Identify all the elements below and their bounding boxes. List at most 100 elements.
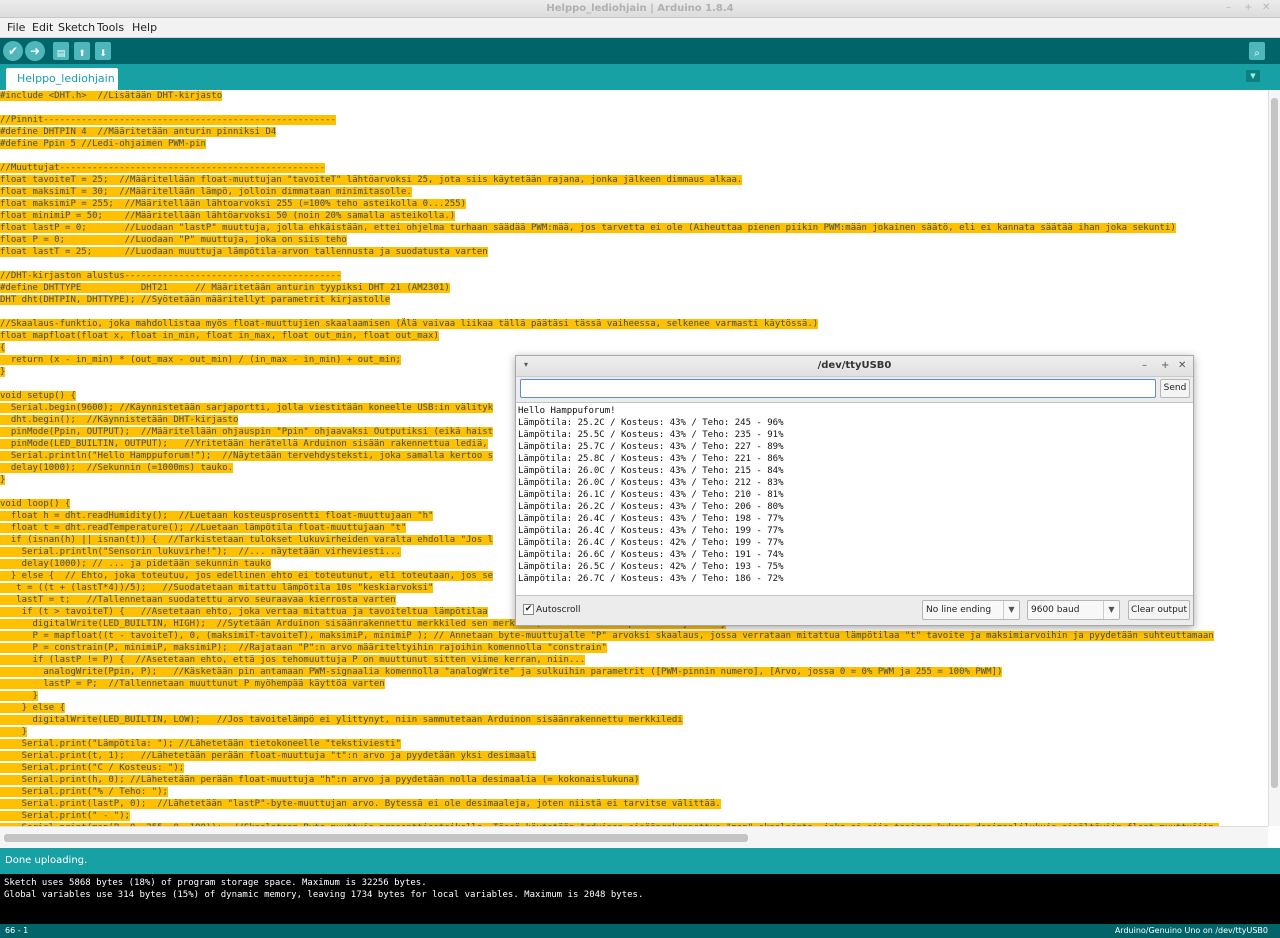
menu-sketch[interactable]: Sketch [58,21,95,34]
serial-output-line: Lämpötila: 26.0C / Kosteus: 43% / Teho: … [518,466,784,476]
code-line-text: } [0,367,6,377]
upload-button[interactable]: ➜ [25,41,45,61]
code-line: Serial.print(" - "); [0,810,1268,822]
checkmark-icon: ✔ [523,604,534,615]
editor-horizontal-scrollbar[interactable] [0,826,1268,848]
open-button[interactable]: ⬆ [74,42,90,60]
scroll-thumb[interactable] [4,834,748,842]
code-line-text: float lastP = 0; //Luodaan "lastP" muutt… [0,223,1176,233]
tab-menu-chevron-down-icon[interactable]: ▼ [1246,70,1260,82]
serial-input[interactable] [520,379,1156,398]
autoscroll-checkbox[interactable]: ✔ Autoscroll [523,604,581,615]
window-titlebar: Helppo_lediohjain | Arduino 1.8.4 – + ✕ [0,0,1280,18]
code-line: { [0,342,1268,354]
menu-tools[interactable]: Tools [97,21,124,34]
code-line: Serial.print("C / Kosteus: "); [0,762,1268,774]
code-line-text: if (t > tavoiteT) { //Asetetaan ehto, jo… [0,607,488,617]
code-line: analogWrite(Ppin, P); //Käsketään pin an… [0,666,1268,678]
code-line-text: float lastT = 25; //Luodaan muuttuja läm… [0,247,488,257]
code-line: Serial.print(h, 0); //Lähetetään perään … [0,774,1268,786]
code-line-text: } [0,727,28,737]
code-line: //Pinnit--------------------------------… [0,114,1268,126]
menu-file[interactable]: File [7,21,25,34]
serial-output-line: Lämpötila: 26.4C / Kosteus: 42% / Teho: … [518,538,784,548]
code-line-text: t = ((t + (lastT*4))/5); //Suodatetaan m… [0,583,434,593]
code-line-text: analogWrite(Ppin, P); //Käsketään pin an… [0,667,1003,677]
code-line-text: } [0,691,38,701]
line-ending-value: No line ending [926,605,992,615]
serial-output-line: Lämpötila: 26.0C / Kosteus: 43% / Teho: … [518,478,784,488]
verify-button[interactable]: ✔ [3,41,23,61]
code-line-text: Serial.print(lastP, 0); //Lähetetään "la… [0,799,721,809]
maximize-icon[interactable]: + [1161,360,1169,371]
code-line: //Muuttujat-----------------------------… [0,162,1268,174]
code-line: if (lastP != P) { //Asetetaan ehto, että… [0,654,1268,666]
menu-edit[interactable]: Edit [32,21,53,34]
tab-helppo-lediohjain[interactable]: Helppo_lediohjain § [6,68,118,107]
close-icon[interactable]: ✕ [1262,2,1270,13]
code-line-text: #define Ppin 5 //Ledi-ohjaimen PWM-pin [0,139,206,149]
code-line: #define DHTTYPE DHT21 // Määritetään ant… [0,282,1268,294]
code-line-text: digitalWrite(LED_BUILTIN, LOW); //Jos ta… [0,715,683,725]
editor-vertical-scrollbar[interactable] [1268,90,1280,826]
code-line-text: Serial.print("C / Kosteus: "); [0,763,185,773]
code-line: float mapfloat(float x, float in_min, fl… [0,330,1268,342]
serial-output-line: Lämpötila: 26.4C / Kosteus: 43% / Teho: … [518,514,784,524]
maximize-icon[interactable]: + [1244,2,1252,13]
code-line-text: Serial.println("Sensorin lukuvirhe!"); /… [0,547,401,557]
serial-output-line: Lämpötila: 25.8C / Kosteus: 43% / Teho: … [518,454,784,464]
code-line: Serial.print(t, 1); //Lähetetään perään … [0,750,1268,762]
code-line: Serial.print("% / Teho: "); [0,786,1268,798]
code-line-text: lastT = t; //Tallennetaan suodatettu arv… [0,595,396,605]
close-icon[interactable]: ✕ [1178,360,1186,371]
code-line: //Skaalaus-funktio, joka mahdollistaa my… [0,318,1268,330]
code-line-text: float maksimiT = 30; //Määritellään lämp… [0,187,412,197]
code-line-text: P = mapfloat((t - tavoiteT), 0, (maksimi… [0,631,1214,641]
code-line-text: pinMode(LED_BUILTIN, OUTPUT); //Yritetää… [0,439,488,449]
code-line-text: if (lastP != P) { //Asetetaan ehto, että… [0,655,586,665]
save-button[interactable]: ⬇ [95,42,111,60]
code-line-text: void loop() { [0,499,71,509]
code-line-text: Serial.print(" - "); [0,811,131,821]
board-info: Arduino/Genuino Uno on /dev/ttyUSB0 [1114,926,1268,935]
code-line-text: P = constrain(P, minimiP, maksimiP); //R… [0,643,607,653]
chevron-down-icon: ▼ [1103,601,1119,619]
code-line-text: //Pinnit--------------------------------… [0,115,336,125]
code-line-text: Serial.print("Lämpötila: "); //Lähetetää… [0,739,401,749]
send-button[interactable]: Send [1160,379,1190,398]
code-line: float maksimiP = 255; //Määritellään läh… [0,198,1268,210]
serial-monitor-button[interactable]: ⌕ [1249,42,1265,60]
new-button[interactable]: ▤ [53,42,69,60]
serial-output-line: Lämpötila: 26.5C / Kosteus: 42% / Teho: … [518,562,784,572]
new-file-icon: ▤ [56,49,66,59]
autoscroll-label: Autoscroll [536,605,581,615]
code-line: } else { [0,702,1268,714]
baud-select[interactable]: 9600 baud ▼ [1027,600,1120,620]
clear-output-button[interactable]: Clear output [1128,600,1190,620]
code-line-text: Serial.print(t, 1); //Lähetetään perään … [0,751,537,761]
code-line-text: } else { [0,703,66,713]
scroll-thumb[interactable] [1271,98,1278,788]
code-line-text: float mapfloat(float x, float in_min, fl… [0,331,439,341]
serial-output: Hello Hamppuforum! Lämpötila: 25.2C / Kos… [516,402,1193,596]
line-ending-select[interactable]: No line ending ▼ [922,600,1020,620]
arrow-right-icon: ➜ [29,44,41,58]
code-line: //DHT-kirjaston alustus-----------------… [0,270,1268,282]
minimize-icon[interactable]: – [1142,360,1147,371]
code-line: float maksimiT = 30; //Määritellään lämp… [0,186,1268,198]
window-title: Helppo_lediohjain | Arduino 1.8.4 [546,3,734,14]
code-line-text: float minimiP = 50; //Määritellään lähtö… [0,211,456,221]
menu-help[interactable]: Help [132,21,157,34]
menu-bar: File Edit Sketch Tools Help [0,18,1280,38]
code-line: float P = 0; //Luodaan "P" muuttuja, jok… [0,234,1268,246]
checkmark-icon: ✔ [7,44,19,58]
serial-output-line: Lämpötila: 26.2C / Kosteus: 43% / Teho: … [518,502,784,512]
code-line-text: delay(1000); //Sekunnin (=1000ms) tauko. [0,463,233,473]
minimize-icon[interactable]: – [1226,2,1231,13]
code-line-text: Serial.println("Hello Hamppuforum!"); //… [0,451,494,461]
code-line: #define Ppin 5 //Ledi-ohjaimen PWM-pin [0,138,1268,150]
